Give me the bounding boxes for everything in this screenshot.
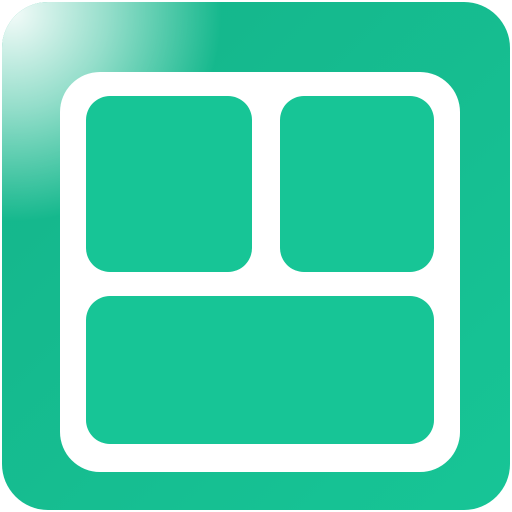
icon-canvas <box>0 0 512 512</box>
bottom-pane <box>86 296 434 444</box>
top-left-pane <box>86 96 252 272</box>
top-right-pane <box>280 96 434 272</box>
dashboard-layout-icon <box>2 2 510 510</box>
